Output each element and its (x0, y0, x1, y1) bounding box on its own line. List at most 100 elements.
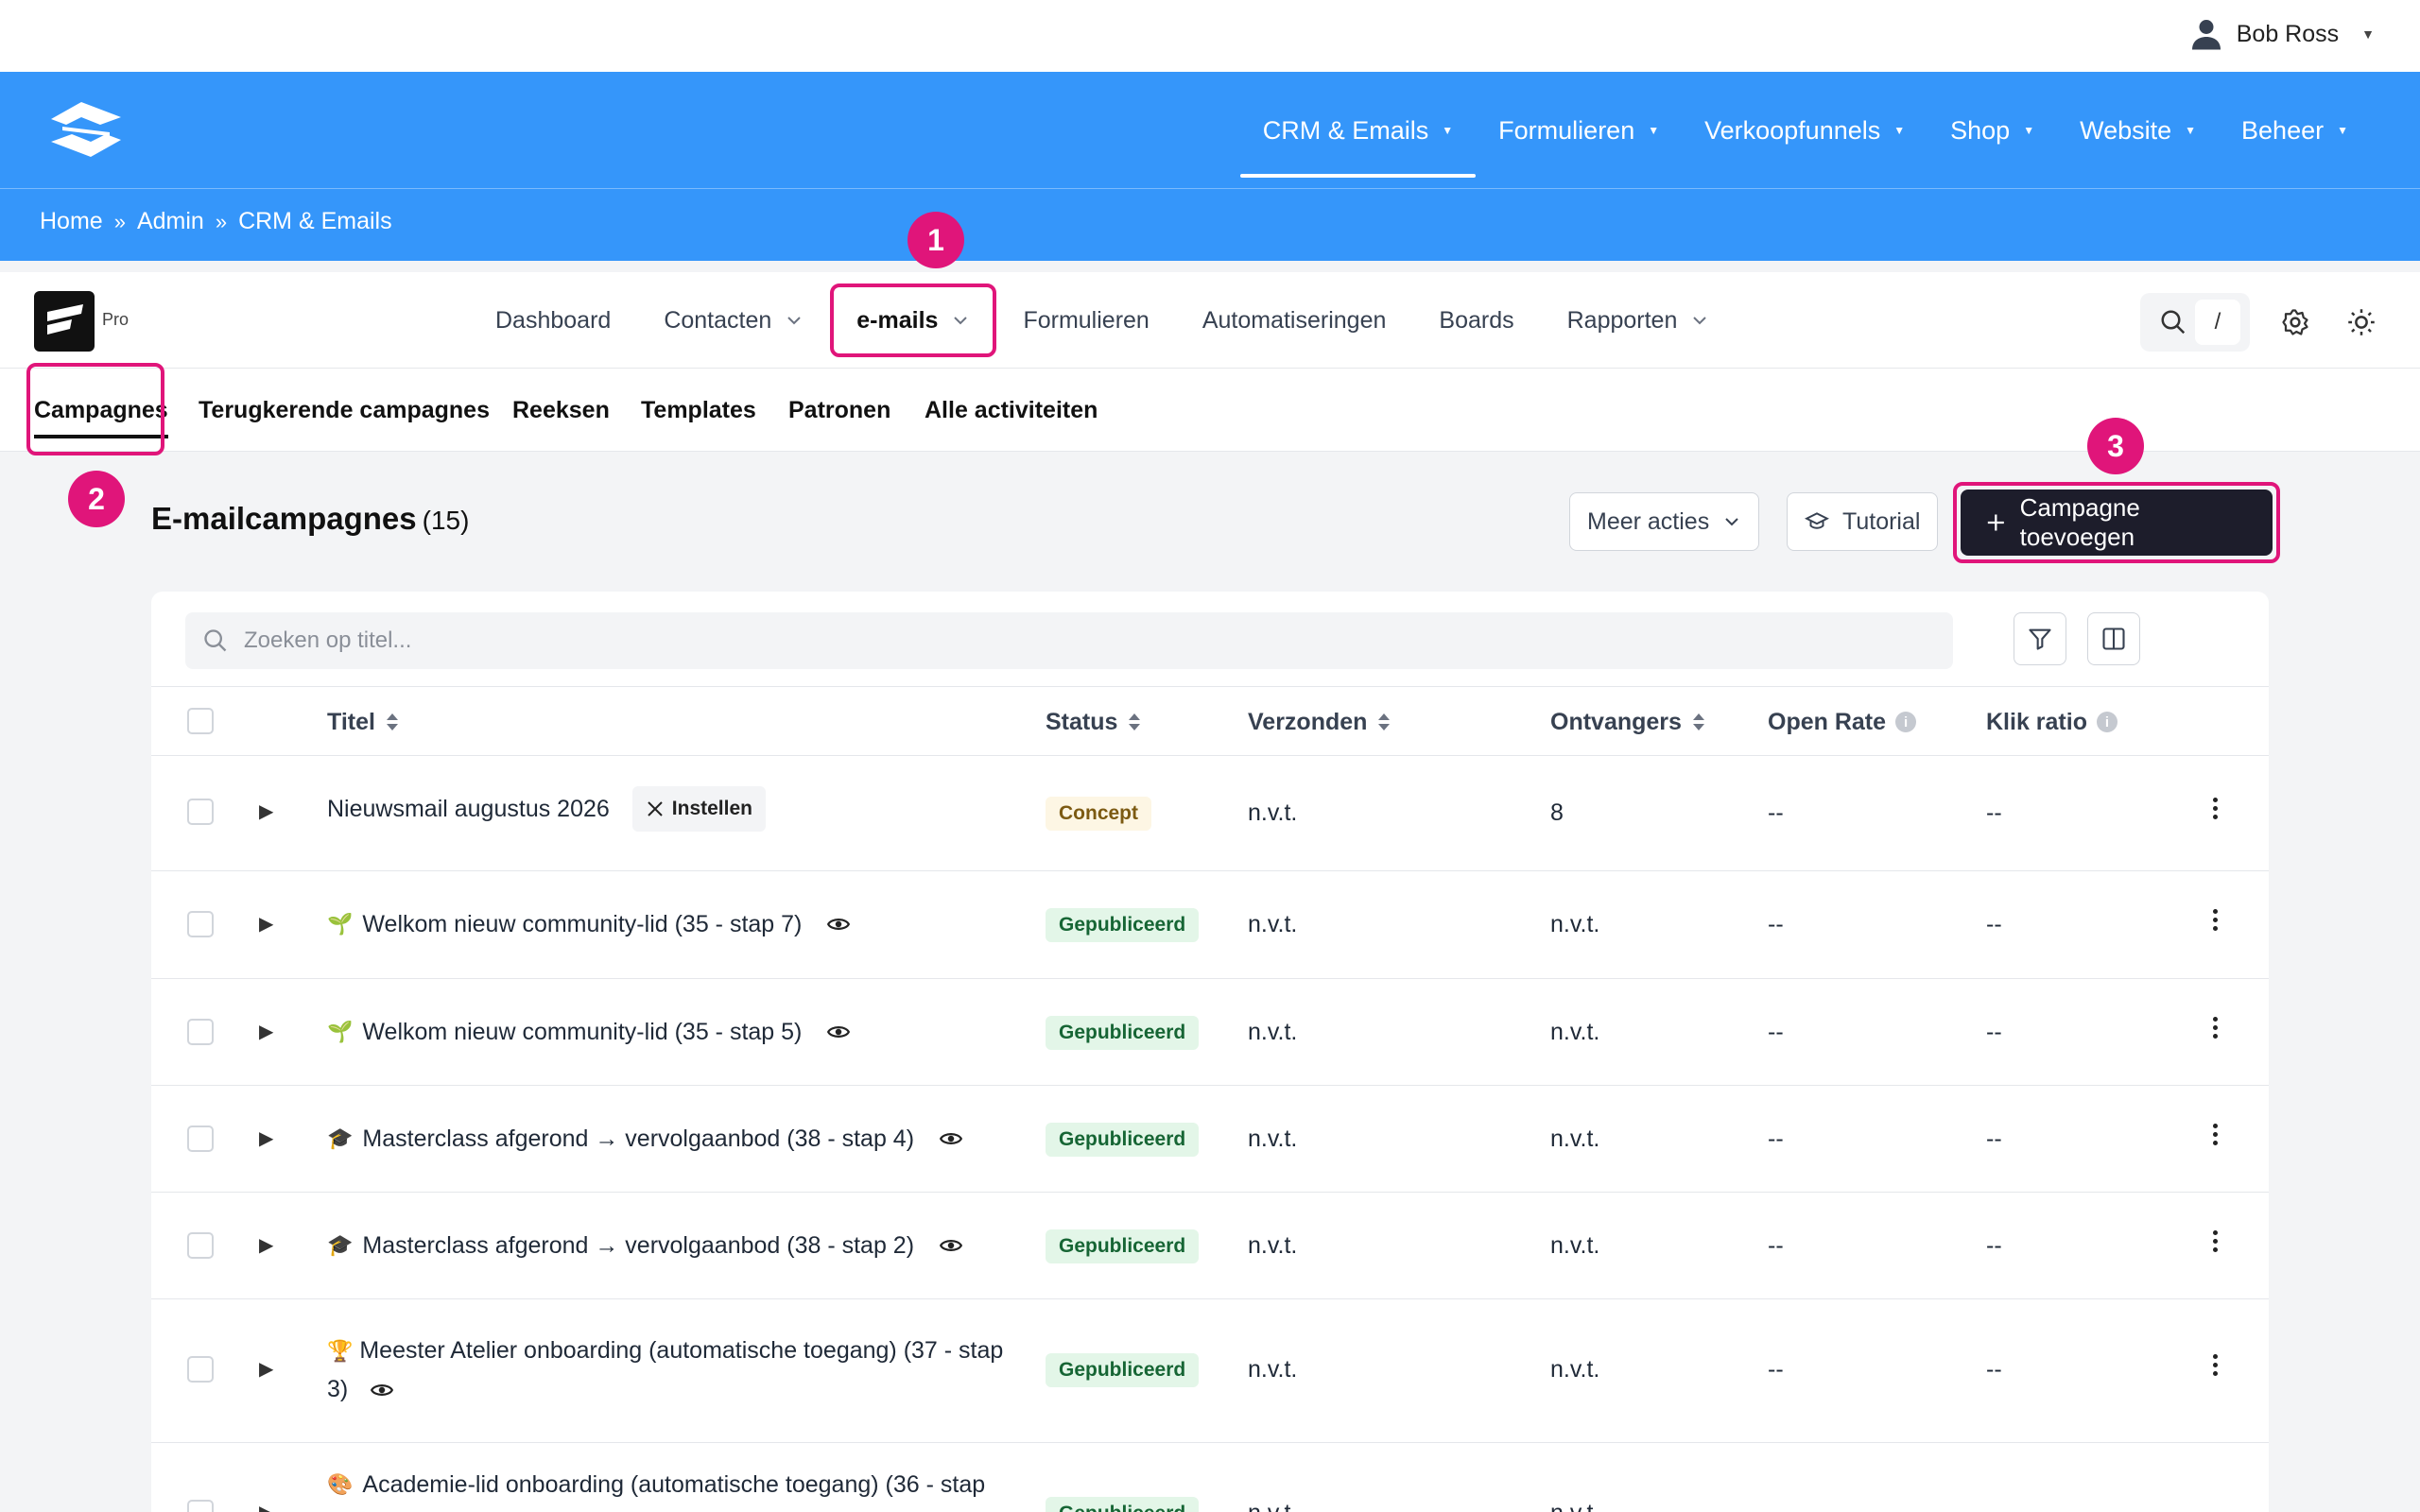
breadcrumb-admin[interactable]: Admin (137, 208, 204, 235)
logo-icon[interactable] (43, 98, 129, 161)
row-actions-kebab-icon[interactable] (2210, 1350, 2220, 1380)
caret-down-icon: ▼ (2185, 124, 2197, 137)
column-header-verzonden[interactable]: Verzonden (1248, 687, 1392, 757)
main-nav-verkoopfunnels[interactable]: Verkoopfunnels ▼ (1682, 72, 1927, 189)
main-nav-label: Verkoopfunnels (1704, 115, 1881, 145)
tab-rapporten[interactable]: Rapporten (1541, 272, 1737, 369)
page-title: E-mailcampagnes (15) (151, 501, 469, 537)
tab-label: Dashboard (495, 306, 612, 334)
main-nav-label: Beheer (2241, 115, 2325, 145)
row-checkbox[interactable] (187, 911, 214, 937)
expand-triangle-icon[interactable]: ▶ (259, 1126, 273, 1150)
eye-icon[interactable] (370, 1378, 394, 1402)
expand-triangle-icon[interactable]: ▶ (259, 1357, 273, 1381)
eye-icon[interactable] (939, 1233, 963, 1258)
global-search-button[interactable]: / (2140, 293, 2250, 352)
row-checkbox[interactable] (187, 1125, 214, 1152)
table-row[interactable]: ▶ 🏆 Meester Atelier onboarding (automati… (151, 1299, 2269, 1443)
select-all-checkbox[interactable] (187, 708, 214, 734)
column-header-ontvangers[interactable]: Ontvangers (1550, 687, 1706, 757)
info-icon[interactable]: i (2096, 712, 2118, 732)
user-menu[interactable]: Bob Ross ▼ (2189, 17, 2375, 51)
breadcrumb-bar: Home » Admin » CRM & Emails (0, 189, 2420, 261)
campaign-title[interactable]: 🏆 Meester Atelier onboarding (automatisc… (327, 1332, 1008, 1408)
columns-button[interactable] (2087, 612, 2140, 665)
breadcrumb-home[interactable]: Home (40, 208, 103, 235)
table-row[interactable]: ▶ Nieuwsmail augustus 2026 Instellen Con… (151, 756, 2269, 871)
campaign-title[interactable]: 🌱 Welkom nieuw community-lid (35 - stap … (327, 1013, 851, 1051)
tab-label: Formulieren (1023, 306, 1150, 334)
tab-label: Rapporten (1566, 306, 1678, 334)
filter-button[interactable] (2014, 612, 2066, 665)
row-checkbox[interactable] (187, 1356, 214, 1383)
row-checkbox[interactable] (187, 1019, 214, 1045)
title-search-input[interactable]: Zoeken op titel... (185, 612, 1953, 669)
main-nav-formulieren[interactable]: Formulieren ▼ (1476, 72, 1682, 189)
setup-button[interactable]: Instellen (631, 786, 766, 832)
row-actions-kebab-icon[interactable] (2210, 1013, 2220, 1042)
tab-boards[interactable]: Boards (1412, 272, 1540, 369)
expand-triangle-icon[interactable]: ▶ (259, 1233, 273, 1257)
table-row[interactable]: ▶ 🎓 Masterclass afgerond → vervolgaanbod… (151, 1193, 2269, 1299)
main-nav-shop[interactable]: Shop ▼ (1927, 72, 2057, 189)
expand-triangle-icon[interactable]: ▶ (259, 1501, 273, 1512)
row-actions-kebab-icon[interactable] (2210, 1227, 2220, 1256)
subtab-terugkerende-campagnes[interactable]: Terugkerende campagnes (199, 369, 490, 452)
main-nav-beheer[interactable]: Beheer ▼ (2219, 72, 2371, 189)
subtab-templates[interactable]: Templates (641, 369, 756, 452)
main-nav-website[interactable]: Website ▼ (2057, 72, 2219, 189)
campaign-title[interactable]: Nieuwsmail augustus 2026 Instellen (327, 786, 766, 832)
row-checkbox[interactable] (187, 1500, 214, 1512)
tab-automatiseringen[interactable]: Automatiseringen (1176, 272, 1413, 369)
breadcrumb-current[interactable]: CRM & Emails (238, 208, 392, 235)
expand-triangle-icon[interactable]: ▶ (259, 799, 273, 823)
tab-contacten[interactable]: Contacten (637, 272, 830, 369)
add-campaign-button[interactable]: Campagne toevoegen (1961, 490, 2273, 556)
status-badge: Gepubliceerd (1046, 1497, 1200, 1512)
tab-label: Boards (1439, 306, 1514, 334)
table-row[interactable]: ▶ 🌱 Welkom nieuw community-lid (35 - sta… (151, 979, 2269, 1086)
column-header-status[interactable]: Status (1046, 687, 1142, 757)
eye-icon[interactable] (826, 1020, 851, 1044)
open-rate-cell: -- (1768, 1232, 1784, 1259)
graduation-cap-icon: 🎓 (327, 1126, 354, 1150)
recipients-cell: n.v.t. (1550, 911, 1600, 937)
tutorial-button[interactable]: Tutorial (1787, 492, 1939, 551)
campaign-title[interactable]: 🎨 Academie-lid onboarding (automatische … (327, 1466, 985, 1503)
row-checkbox[interactable] (187, 799, 214, 825)
row-checkbox[interactable] (187, 1232, 214, 1259)
column-header-titel[interactable]: Titel (327, 687, 400, 757)
subtab-patronen[interactable]: Patronen (788, 369, 890, 452)
sort-icon (1378, 713, 1391, 730)
eye-icon[interactable] (826, 912, 851, 936)
eye-icon[interactable] (939, 1126, 963, 1151)
info-icon[interactable]: i (1895, 712, 1917, 732)
app-logo-icon[interactable] (34, 291, 95, 352)
tab-dashboard[interactable]: Dashboard (469, 272, 637, 369)
theme-sun-icon[interactable] (2341, 301, 2382, 343)
row-actions-kebab-icon[interactable] (2210, 905, 2220, 935)
subtab-alle-activiteiten[interactable]: Alle activiteiten (925, 369, 1098, 452)
table-row[interactable]: ▶ 🌱 Welkom nieuw community-lid (35 - sta… (151, 871, 2269, 979)
settings-gear-icon[interactable] (2274, 301, 2316, 343)
campaign-title[interactable]: 🎓 Masterclass afgerond → vervolgaanbod (… (327, 1120, 963, 1158)
caret-down-icon: ▼ (2023, 124, 2035, 137)
columns-icon (2102, 627, 2125, 650)
tab-e-mails[interactable]: e-mails (830, 272, 997, 369)
expand-triangle-icon[interactable]: ▶ (259, 912, 273, 936)
campaign-title[interactable]: 🎓 Masterclass afgerond → vervolgaanbod (… (327, 1227, 963, 1264)
table-row[interactable]: ▶ 🎓 Masterclass afgerond → vervolgaanbod… (151, 1086, 2269, 1193)
row-actions-kebab-icon[interactable] (2210, 794, 2220, 823)
expand-triangle-icon[interactable]: ▶ (259, 1020, 273, 1043)
click-rate-cell: -- (1986, 1125, 2002, 1152)
tab-formulieren[interactable]: Formulieren (996, 272, 1175, 369)
main-nav-crm-emails[interactable]: CRM & Emails ▼ (1239, 72, 1477, 189)
row-actions-kebab-icon[interactable] (2210, 1120, 2220, 1149)
campaign-title[interactable]: 🌱 Welkom nieuw community-lid (35 - stap … (327, 905, 851, 943)
table-row[interactable]: ▶ 🎨 Academie-lid onboarding (automatisch… (151, 1443, 2269, 1512)
campaign-title-text: Masterclass afgerond → vervolgaanbod (38… (362, 1232, 915, 1259)
sent-cell: n.v.t. (1248, 911, 1298, 937)
user-bar: Bob Ross ▼ (0, 0, 2420, 72)
subtab-reeksen[interactable]: Reeksen (512, 369, 610, 452)
more-actions-button[interactable]: Meer acties (1569, 492, 1760, 551)
